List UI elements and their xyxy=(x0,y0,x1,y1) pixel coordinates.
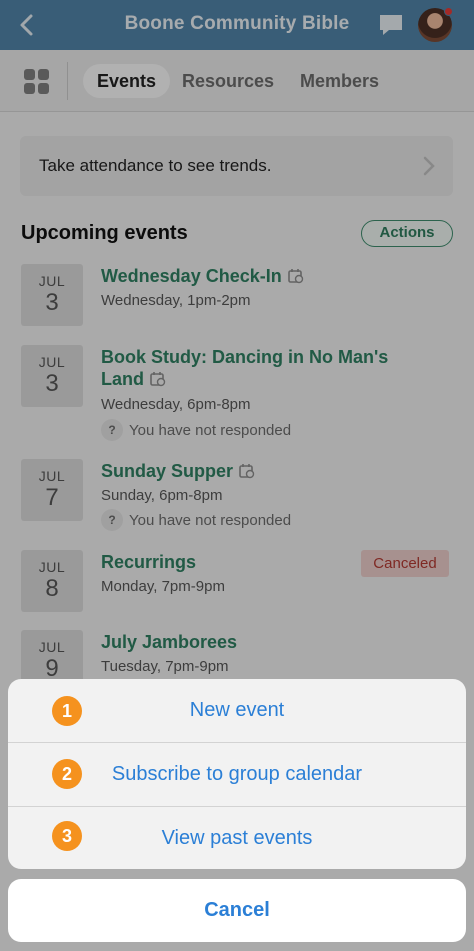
step-badge: 3 xyxy=(52,821,82,851)
action-sheet: New event 1 Subscribe to group calendar … xyxy=(8,679,466,869)
cancel-button[interactable]: Cancel xyxy=(8,879,466,942)
step-badge: 1 xyxy=(52,696,82,726)
step-badge: 2 xyxy=(52,759,82,789)
